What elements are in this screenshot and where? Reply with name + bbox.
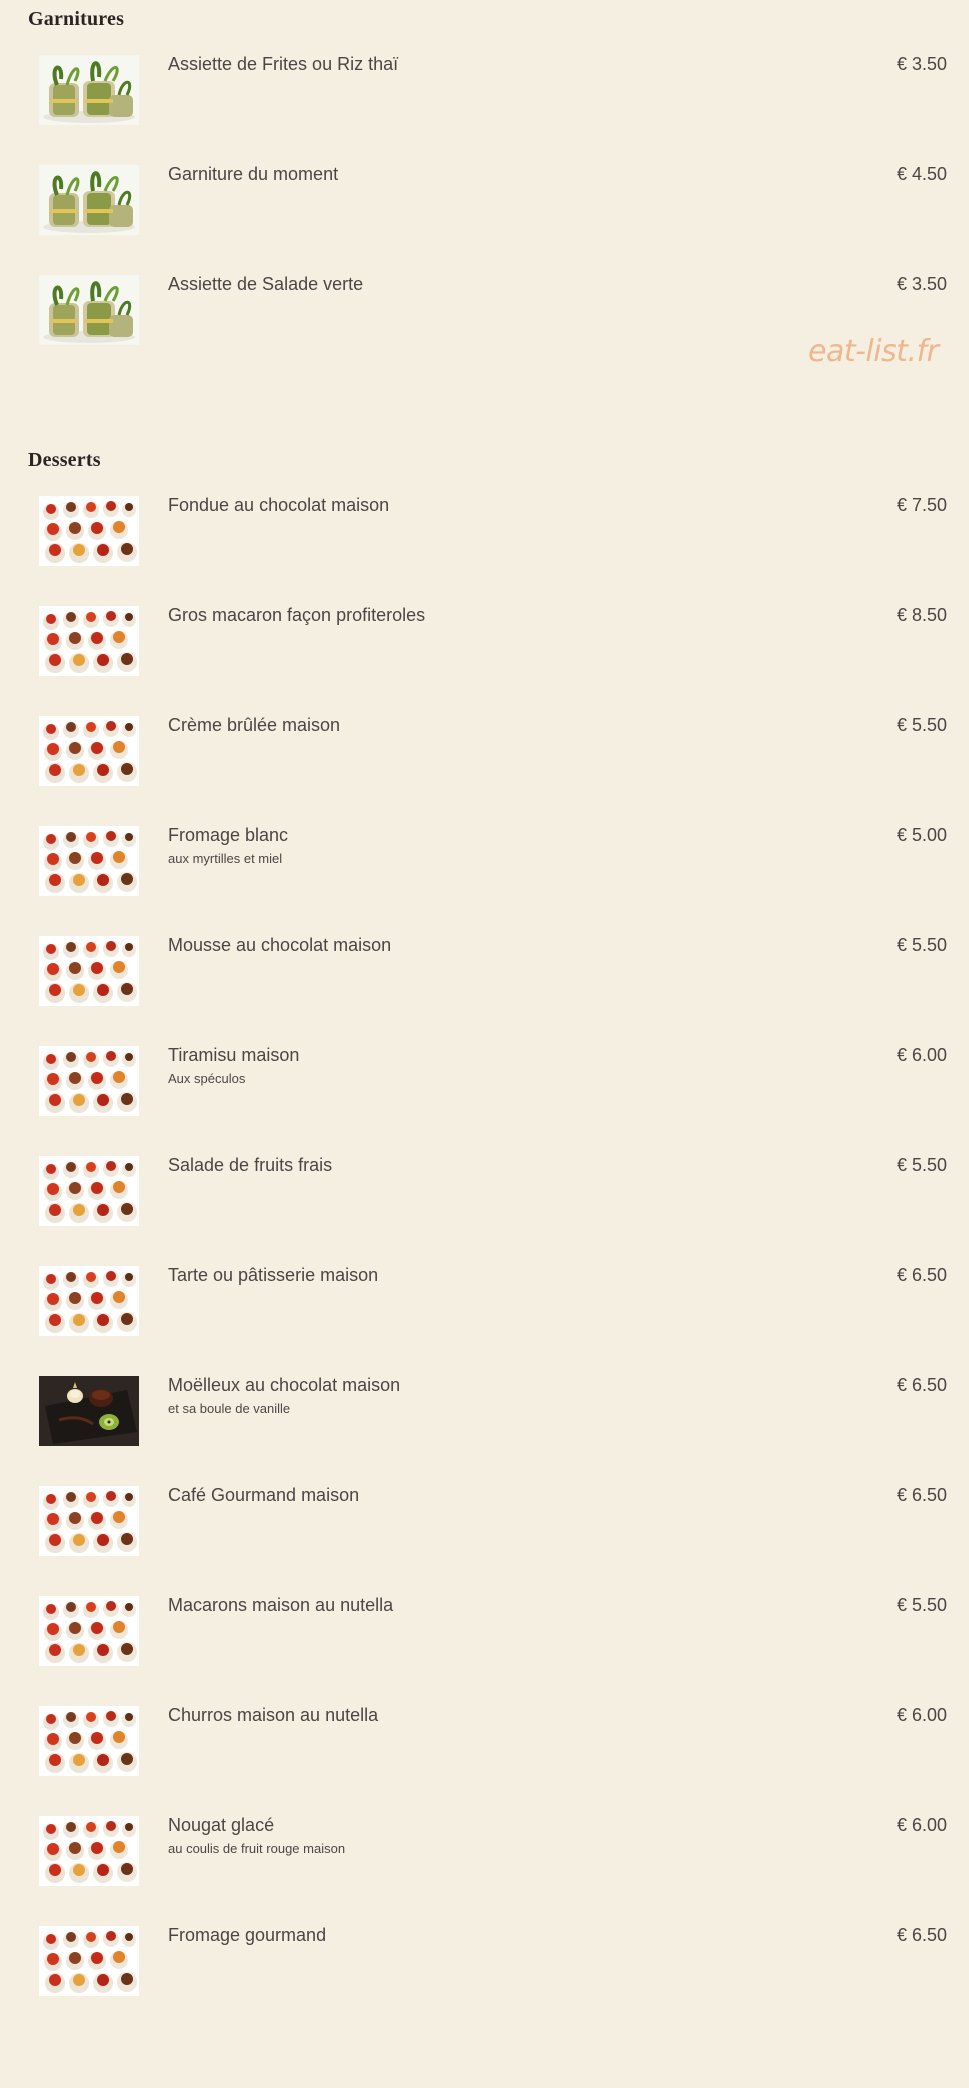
garnish-rolls-photo[interactable] [39,165,139,235]
dessert-assortment-photo[interactable] [39,1156,139,1226]
item-price: € 8.50 [896,605,947,625]
item-price: € 5.00 [896,825,947,845]
item-name: Tiramisu maison [168,1045,300,1065]
dessert-assortment-photo[interactable] [39,936,139,1006]
item-description: au coulis de fruit rouge maison [168,1841,346,1856]
dessert-assortment-image [39,1156,139,1226]
menu-item: Salade de fruits frais € 5.50 [0,1155,969,1265]
menu-item: Fromage gourmand € 6.50 [0,1925,969,2035]
garnish-rolls-image [39,275,139,345]
dessert-assortment-image [39,1816,139,1886]
item-description: et sa boule de vanille [168,1401,291,1416]
item-price: € 3.50 [896,274,947,294]
menu-item: Tarte ou pâtisserie maison € 6.50 [0,1265,969,1375]
item-price: € 6.00 [896,1815,947,1835]
menu-item: Gros macaron façon profiteroles € 8.50 [0,605,969,715]
chocolate-cake-plate-image [39,1376,139,1446]
item-price: € 6.50 [896,1925,947,1945]
dessert-assortment-image [39,716,139,786]
dessert-assortment-photo[interactable] [39,606,139,676]
item-name: Assiette de Frites ou Riz thaï [168,54,399,74]
item-name: Macarons maison au nutella [168,1595,394,1615]
item-name: Nougat glacé [168,1815,275,1835]
dessert-assortment-image [39,1046,139,1116]
dessert-assortment-photo[interactable] [39,1046,139,1116]
watermark: eat-list.fr [808,334,939,369]
item-name: Tarte ou pâtisserie maison [168,1265,379,1285]
item-price: € 5.50 [896,1595,947,1615]
item-price: € 7.50 [896,495,947,515]
item-price: € 5.50 [896,935,947,955]
item-price: € 6.50 [896,1485,947,1505]
item-name: Salade de fruits frais [168,1155,333,1175]
item-price: € 6.50 [896,1265,947,1285]
chocolate-cake-plate-photo[interactable] [39,1376,139,1446]
dessert-assortment-image [39,1486,139,1556]
item-name: Mousse au chocolat maison [168,935,392,955]
item-price: € 4.50 [896,164,947,184]
dessert-assortment-image [39,826,139,896]
item-name: Fromage gourmand [168,1925,327,1945]
section-title: Garnitures [28,8,125,30]
menu-item: Tiramisu maison Aux spéculos € 6.00 [0,1045,969,1155]
garnish-rolls-image [39,165,139,235]
menu-item: Café Gourmand maison € 6.50 [0,1485,969,1595]
item-price: € 6.50 [896,1375,947,1395]
item-price: € 5.50 [896,715,947,735]
menu-item: Churros maison au nutella € 6.00 [0,1705,969,1815]
dessert-assortment-image [39,496,139,566]
dessert-assortment-photo[interactable] [39,826,139,896]
dessert-assortment-photo[interactable] [39,716,139,786]
section-title: Desserts [28,449,101,471]
item-name: Crème brûlée maison [168,715,341,735]
dessert-assortment-image [39,1266,139,1336]
dessert-assortment-photo[interactable] [39,1706,139,1776]
garnish-rolls-image [39,55,139,125]
menu-item: Crème brûlée maison € 5.50 [0,715,969,825]
dessert-assortment-photo[interactable] [39,1816,139,1886]
item-price: € 5.50 [896,1155,947,1175]
item-name: Assiette de Salade verte [168,274,364,294]
dessert-assortment-photo[interactable] [39,1596,139,1666]
item-name: Gros macaron façon profiteroles [168,605,426,625]
dessert-assortment-image [39,936,139,1006]
menu-item-list: Fondue au chocolat maison € 7.50 Gros ma… [0,495,969,2035]
menu-item: Garniture du moment € 4.50 [0,164,969,274]
item-price: € 6.00 [896,1705,947,1725]
item-price: € 6.00 [896,1045,947,1065]
dessert-assortment-image [39,606,139,676]
menu-item: Mousse au chocolat maison € 5.50 [0,935,969,1045]
dessert-assortment-photo[interactable] [39,496,139,566]
dessert-assortment-photo[interactable] [39,1486,139,1556]
item-description: aux myrtilles et miel [168,851,283,866]
item-description: Aux spéculos [168,1071,246,1086]
menu-item: Macarons maison au nutella € 5.50 [0,1595,969,1705]
item-name: Churros maison au nutella [168,1705,379,1725]
menu-item: Moëlleux au chocolat maison et sa boule … [0,1375,969,1485]
menu-page: Garnitures Assiette de Frites ou Riz tha… [0,0,969,2088]
dessert-assortment-image [39,1596,139,1666]
item-name: Café Gourmand maison [168,1485,360,1505]
item-price: € 3.50 [896,54,947,74]
item-name: Moëlleux au chocolat maison [168,1375,401,1395]
garnish-rolls-photo[interactable] [39,55,139,125]
dessert-assortment-image [39,1706,139,1776]
item-name: Garniture du moment [168,164,339,184]
dessert-assortment-photo[interactable] [39,1926,139,1996]
dessert-assortment-photo[interactable] [39,1266,139,1336]
dessert-assortment-image [39,1926,139,1996]
menu-item: Assiette de Frites ou Riz thaï € 3.50 [0,54,969,164]
menu-item: Fromage blanc aux myrtilles et miel € 5.… [0,825,969,935]
menu-item: Nougat glacé au coulis de fruit rouge ma… [0,1815,969,1925]
item-name: Fondue au chocolat maison [168,495,390,515]
garnish-rolls-photo[interactable] [39,275,139,345]
menu-item: Fondue au chocolat maison € 7.50 [0,495,969,605]
item-name: Fromage blanc [168,825,289,845]
